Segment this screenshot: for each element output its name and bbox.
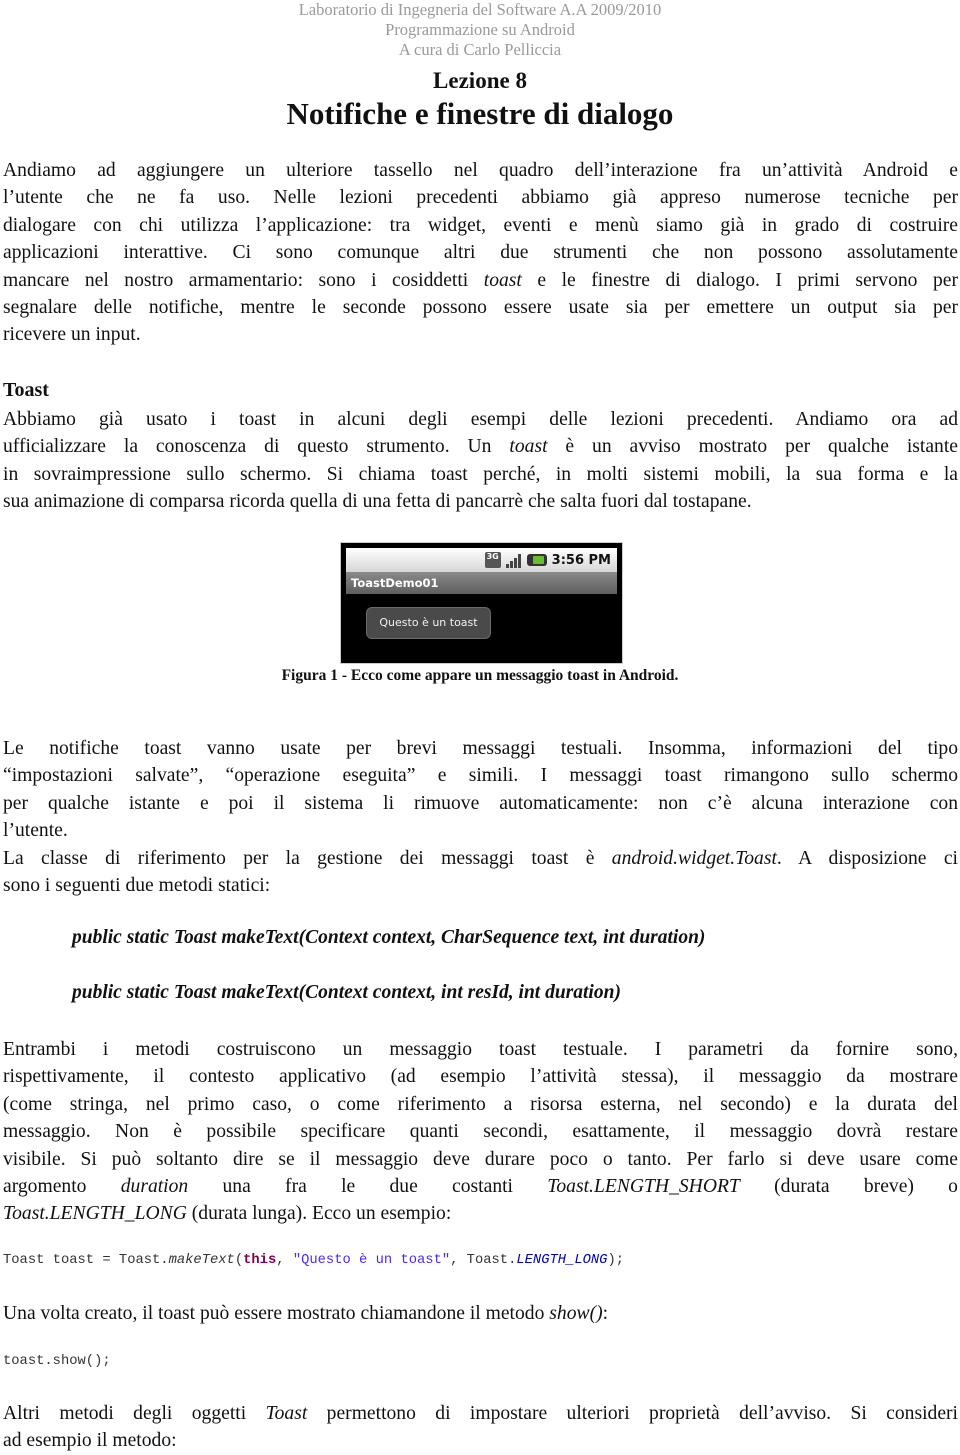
text-line: ricevere un input. — [3, 324, 141, 346]
intro-paragraph: Andiamo ad aggiungere un ulteriore tasse… — [3, 157, 958, 349]
text-line: sono i seguenti due metodi statici: — [3, 875, 271, 897]
toast-paragraph: Abbiamo già usato i toast in alcuni degl… — [3, 406, 958, 516]
notes-paragraph: Le notifiche toast vanno usate per brevi… — [3, 735, 958, 899]
show-paragraph: Una volta creato, il toast può essere mo… — [3, 1300, 958, 1327]
text-line: sua animazione di comparsa ricorda quell… — [3, 491, 752, 513]
text-line: ad esempio il metodo: — [3, 1430, 177, 1452]
text-line: ufficializzare la conoscenza di questo s… — [3, 436, 958, 458]
figure-caption: Figura 1 - Ecco come appare un messaggio… — [281, 667, 679, 684]
battery-icon — [526, 554, 547, 566]
method-signature: public static Toast makeText(Context con… — [72, 982, 621, 1003]
text-line: (come stringa, nel primo caso, o come ri… — [3, 1093, 958, 1115]
term-toast: Toast — [265, 1403, 308, 1424]
text-line: “impostazioni salvate”, “operazione eseg… — [3, 765, 958, 787]
text-line: per qualche istante e poi il sistema li … — [3, 792, 958, 814]
android-status-bar: 3G 3:56 PM — [346, 548, 617, 572]
text-line: in sovraimpressione sullo schermo. Si ch… — [3, 463, 958, 485]
lesson-number: Lezione 8 — [433, 68, 527, 93]
text-line: rispettivamente, il contesto applicativo… — [3, 1066, 958, 1088]
toast-screenshot-figure: 3G 3:56 PM ToastDemo01 Questo è un toast — [340, 542, 623, 664]
class-name: android.widget.Toast — [611, 847, 777, 869]
text-line: La classe di riferimento per la gestione… — [3, 847, 958, 869]
text-line: Una volta creato, il toast può essere mo… — [3, 1303, 609, 1324]
app-title-bar: ToastDemo01 — [346, 572, 617, 594]
final-paragraph: Altri metodi degli oggetti Toast permett… — [3, 1400, 958, 1455]
params-paragraph: Entrambi i metodi costruiscono un messag… — [3, 1036, 958, 1228]
text-line: Andiamo ad aggiungere un ulteriore tasse… — [3, 160, 958, 181]
method-signature: public static Toast makeText(Context con… — [72, 927, 706, 948]
const-length-short: Toast.LENGTH_SHORT — [547, 1176, 740, 1198]
const-length-long: Toast.LENGTH_LONG — [3, 1203, 187, 1225]
code-show: toast.show(); — [3, 1354, 111, 1369]
text-line: applicazioni interattive. Ci sono comunq… — [3, 242, 958, 264]
term-duration: duration — [120, 1176, 189, 1198]
toast-message: Questo è un toast — [366, 607, 491, 639]
text-line: dialogare con chi utilizza l’applicazion… — [3, 214, 958, 236]
header-author: A cura di Carlo Pelliccia — [398, 40, 562, 59]
3g-icon: 3G — [484, 552, 501, 568]
code-make-text: Toast toast = Toast.makeText(this, "Ques… — [3, 1253, 625, 1268]
term-toast: toast — [483, 269, 522, 291]
text-line: Le notifiche toast vanno usate per brevi… — [3, 738, 958, 759]
text-line: Altri metodi degli oggetti Toast permett… — [3, 1403, 958, 1424]
text-line: mancare nel nostro armamentario: sono i … — [3, 269, 958, 291]
term-toast: toast — [509, 436, 548, 458]
text-line: Toast.LENGTH_LONG (durata lunga). Ecco u… — [3, 1203, 452, 1225]
text-line: l’utente che ne fa uso. Nelle lezioni pr… — [3, 187, 958, 209]
text-line: Entrambi i metodi costruiscono un messag… — [3, 1039, 958, 1060]
header-course: Laboratorio di Ingegneria del Software A… — [298, 0, 662, 19]
text-line: argomento duration una fra le due costan… — [3, 1176, 958, 1198]
status-time: 3:56 PM — [551, 552, 611, 568]
header-subject: Programmazione su Android — [385, 20, 575, 39]
page-title: Notifiche e finestre di dialogo — [286, 96, 674, 131]
signal-icon — [505, 552, 522, 568]
section-title-toast: Toast — [3, 379, 49, 401]
method-show: show() — [549, 1303, 603, 1324]
text-line: l’utente. — [3, 820, 68, 842]
text-line: messaggio. Non è possibile specificare q… — [3, 1121, 958, 1143]
text-line: Abbiamo già usato i toast in alcuni degl… — [3, 409, 958, 430]
text-line: segnalare delle notifiche, mentre le sec… — [3, 297, 958, 319]
text-line: visibile. Si può soltanto dire se il mes… — [3, 1148, 958, 1170]
